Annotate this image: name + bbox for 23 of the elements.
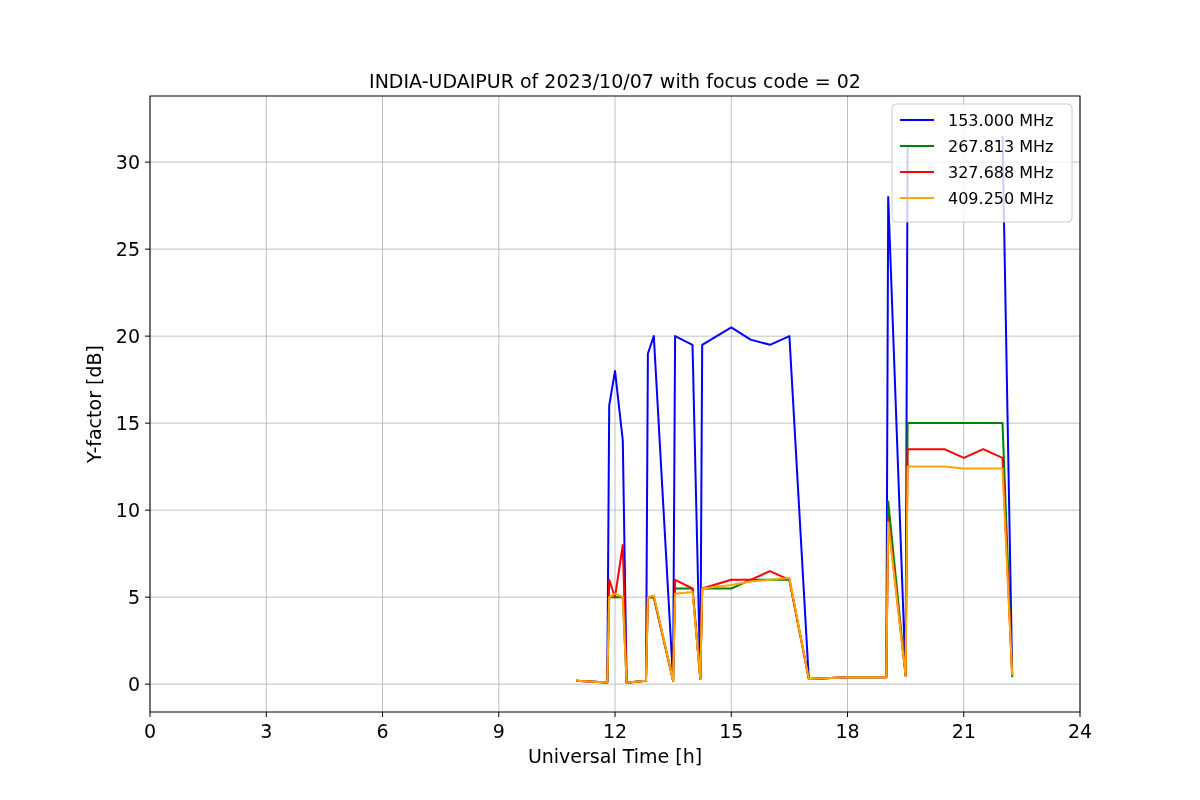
tick-label: 6 — [376, 720, 389, 742]
legend-label: 267.813 MHz — [948, 137, 1054, 156]
tick-label: 15 — [719, 720, 744, 742]
tick-label: 0 — [127, 673, 140, 696]
tick-label: 0 — [143, 720, 157, 742]
tick-label: 21 — [951, 720, 976, 742]
legend-label: 327.688 MHz — [948, 163, 1054, 182]
tick-label: 30 — [115, 151, 140, 174]
tick-label: 24 — [1067, 720, 1093, 742]
y-axis-label: Y-factor [dB] — [83, 345, 105, 463]
chart-title: INDIA-UDAIPUR of 2023/10/07 with focus code = 02 — [369, 70, 861, 92]
tick-label: 25 — [115, 238, 140, 261]
x-axis-label: Universal Time [h] — [527, 745, 703, 767]
tick-label: 9 — [492, 720, 505, 742]
tick-label: 20 — [115, 325, 140, 348]
legend-label: 153.000 MHz — [948, 111, 1054, 130]
tick-label: 12 — [602, 720, 628, 742]
tick-label: 3 — [260, 720, 273, 742]
tick-label: 15 — [115, 412, 140, 435]
tick-label: 18 — [835, 720, 860, 742]
tick-label: 5 — [127, 586, 140, 609]
tick-label: 10 — [115, 499, 140, 522]
legend-label: 409.250 MHz — [948, 189, 1054, 208]
